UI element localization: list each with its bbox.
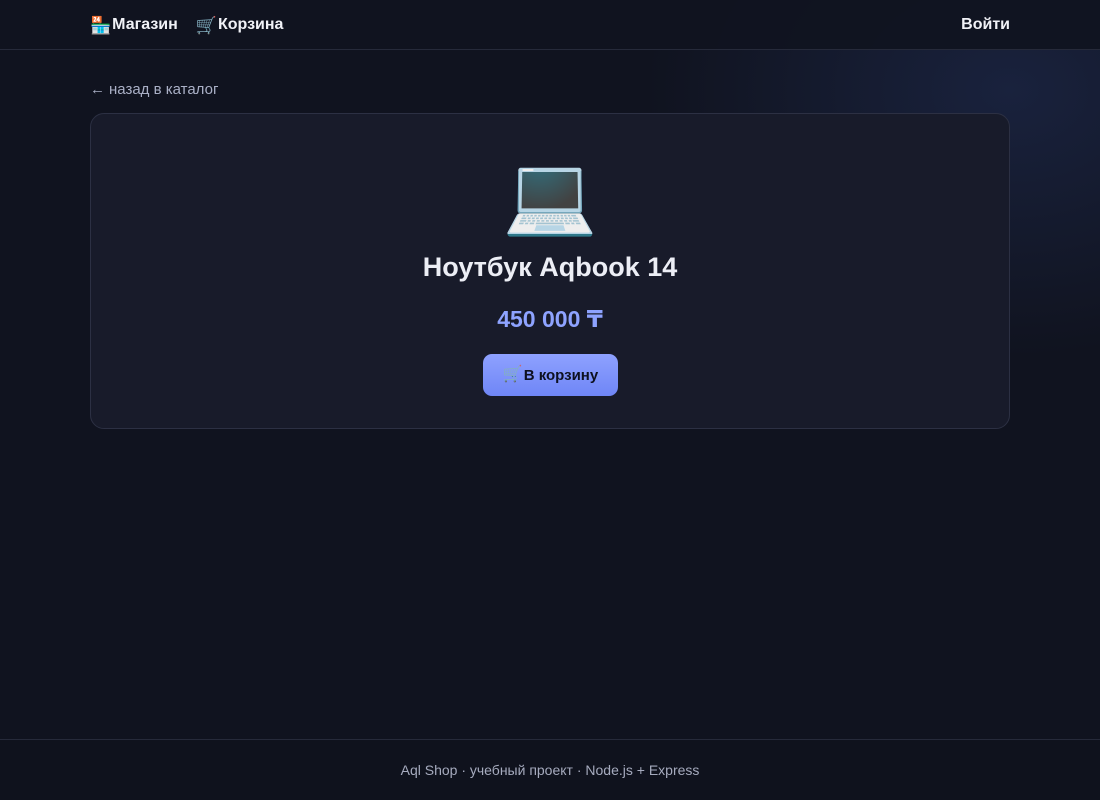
footer: Aql Shop · учебный проект · Node.js + Ex… — [0, 739, 1100, 800]
top-nav-inner: 🏪 Магазин 🛒 Корзина Войти — [90, 0, 1010, 50]
arrow-left-icon: ← — [90, 80, 105, 98]
laptop-icon: 💻 — [502, 153, 598, 238]
product-card: 💻 Ноутбук Aqbook 14 450 000 ₸ 🛒 В корзин… — [90, 113, 1010, 429]
cart-icon: 🛒 — [195, 15, 217, 35]
nav-link-shop[interactable]: 🏪 Магазин — [90, 16, 178, 34]
top-nav: 🏪 Магазин 🛒 Корзина Войти — [0, 0, 1100, 50]
product-price: 450 000 ₸ — [497, 306, 603, 332]
cart-icon: 🛒 — [502, 366, 523, 383]
add-to-cart-label: В корзину — [523, 366, 599, 384]
nav-link-shop-label: Магазин — [112, 16, 178, 33]
add-to-cart-button[interactable]: 🛒 В корзину — [483, 354, 618, 396]
main-nav: 🏪 Магазин 🛒 Корзина — [90, 16, 283, 34]
product-title: Ноутбук Aqbook 14 — [422, 252, 678, 282]
back-link-label: назад в каталог — [109, 80, 219, 98]
back-to-catalog-link[interactable]: ← назад в каталог — [90, 79, 218, 99]
login-link[interactable]: Войти — [961, 16, 1010, 34]
nav-link-cart[interactable]: 🛒 Корзина — [196, 16, 284, 34]
nav-link-cart-label: Корзина — [217, 16, 284, 33]
footer-text: Aql Shop · учебный проект · Node.js + Ex… — [400, 762, 700, 778]
shop-icon: 🏪 — [90, 15, 112, 35]
